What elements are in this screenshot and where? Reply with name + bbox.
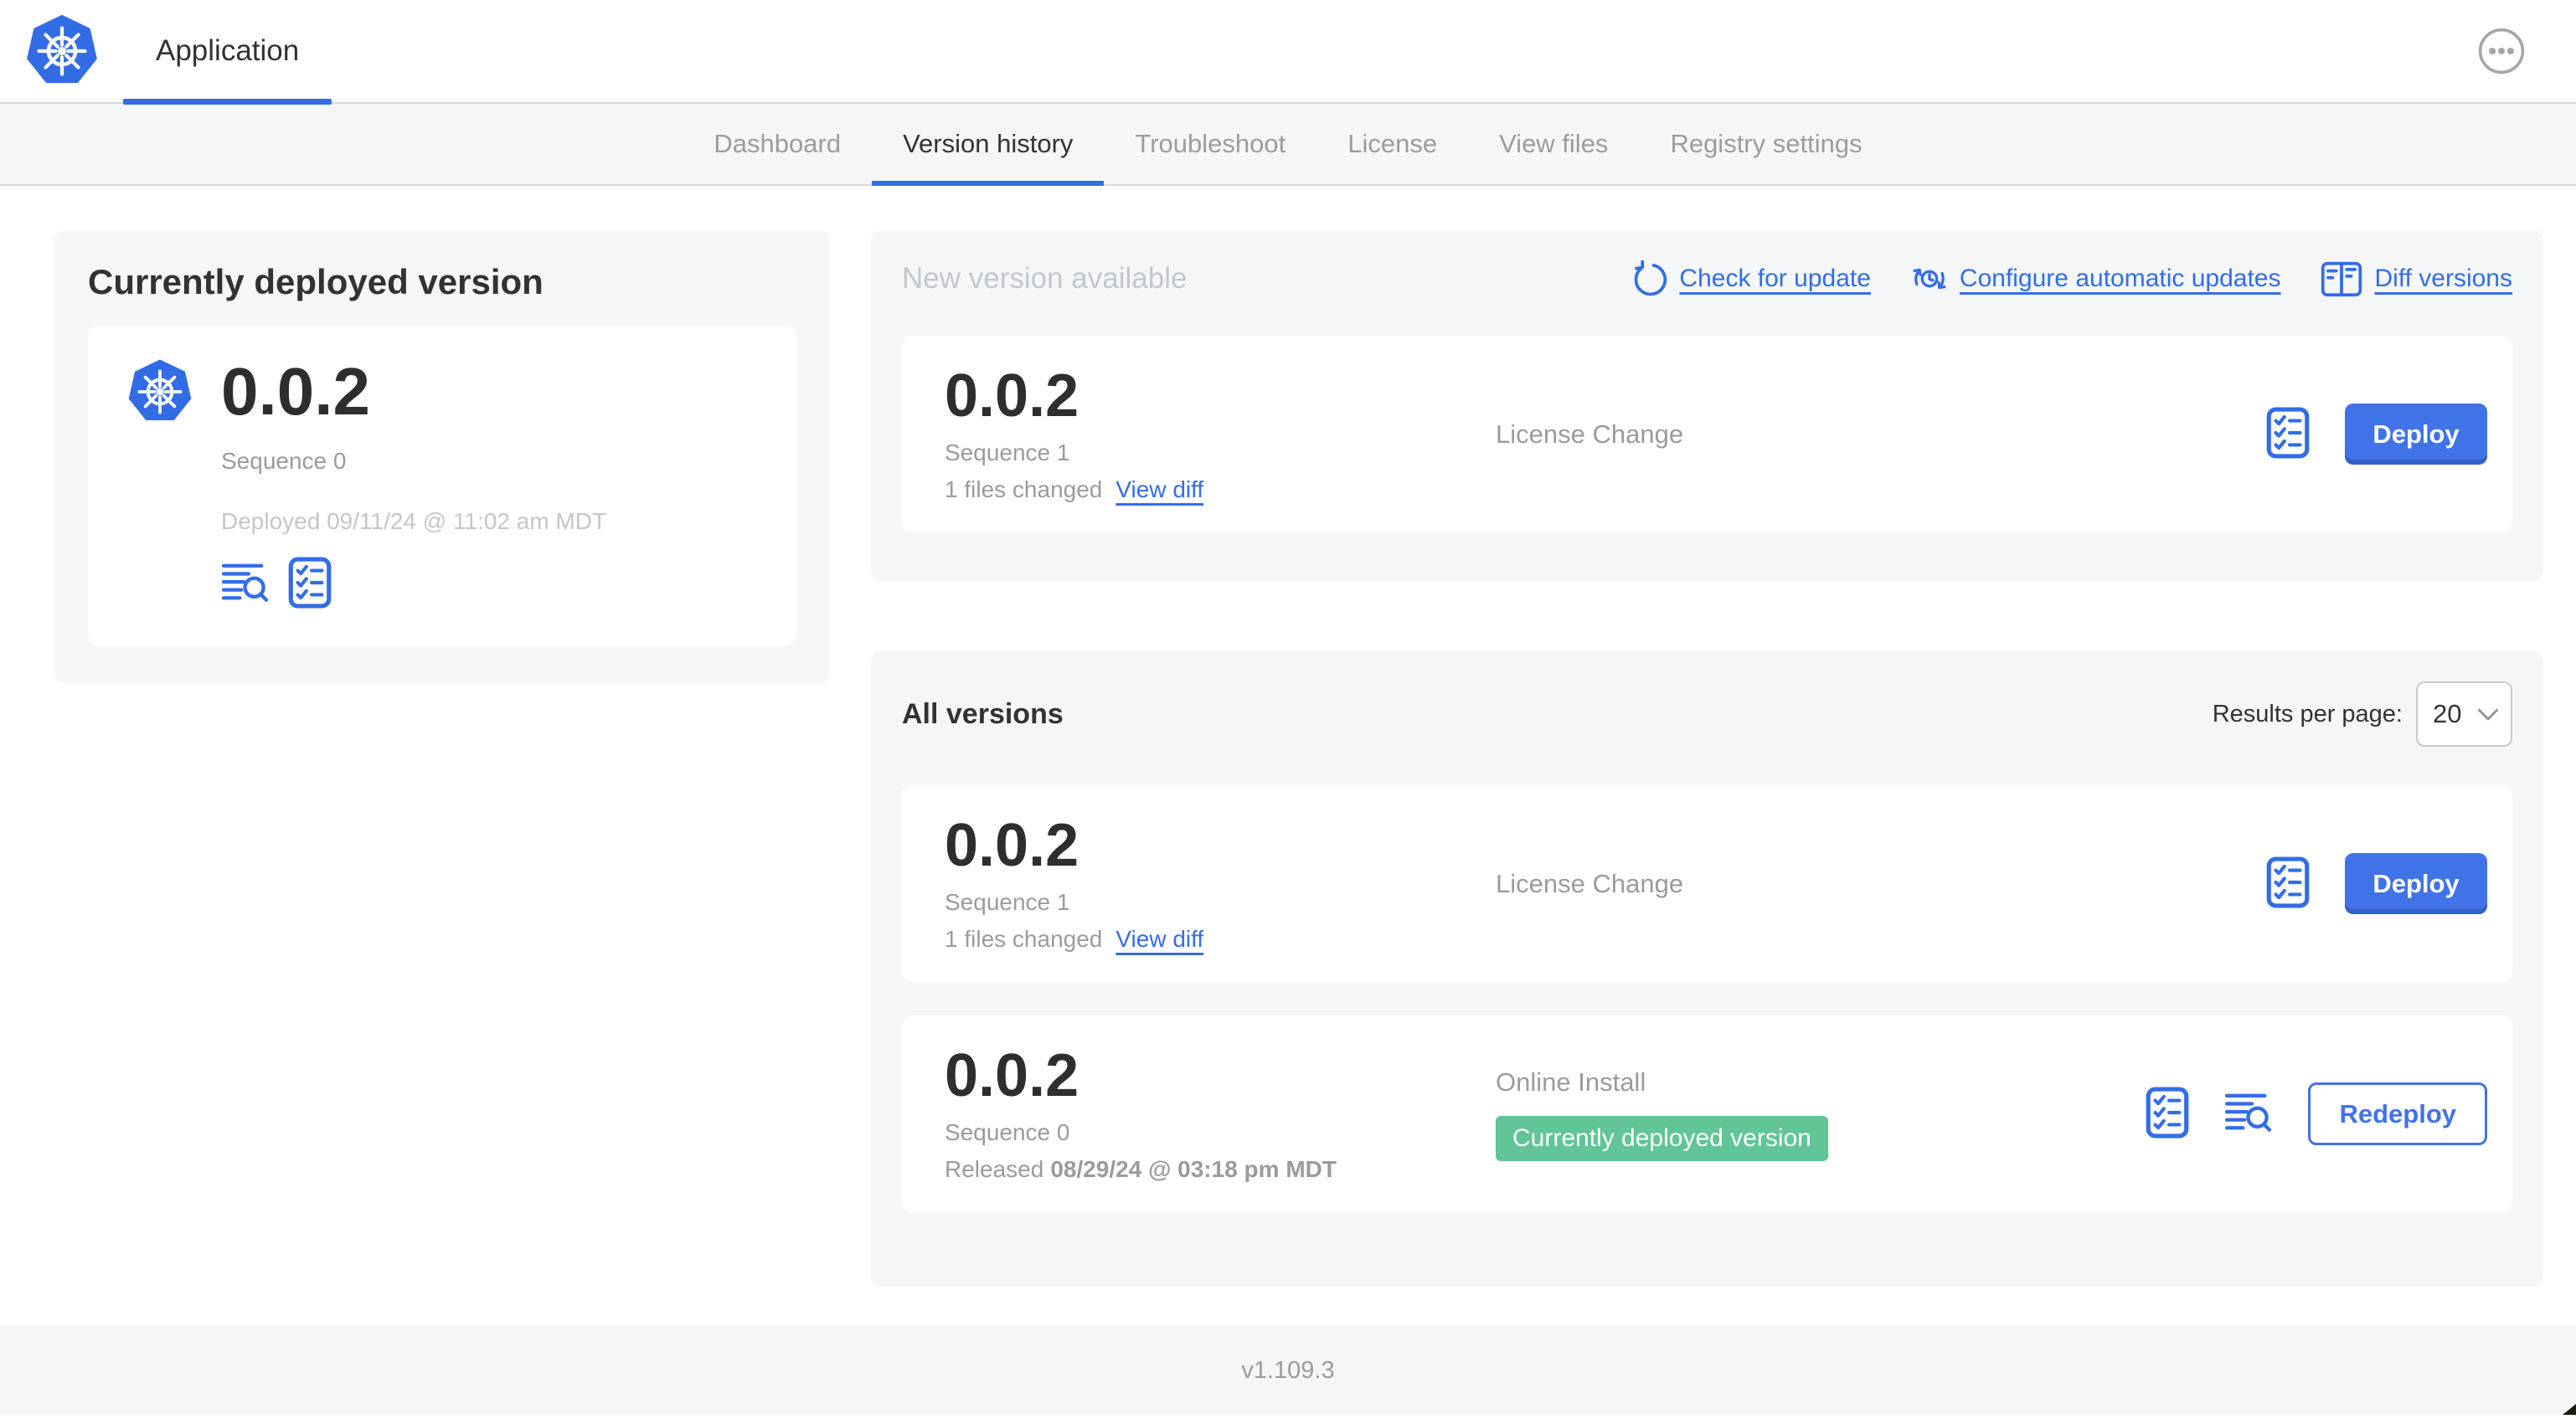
all-versions-title: All versions [902,697,1064,730]
deploy-button[interactable]: Deploy [2345,853,2487,914]
released-label: Released [945,1155,1044,1182]
tab-registry-settings[interactable]: Registry settings [1639,104,1893,184]
deployed-version-label: 0.0.2 [221,354,370,429]
deploy-button[interactable]: Deploy [2345,404,2487,465]
version-row: 0.0.2 Sequence 1 1 files changed View di… [902,785,2512,982]
results-per-page-label: Results per page: [2212,700,2403,727]
currently-deployed-card: 0.0.2 Sequence 0 Deployed 09/11/24 @ 11:… [88,326,796,646]
version-source-label: Online Install [1496,1067,1646,1097]
files-changed-label: 1 files changed [945,925,1103,952]
ellipsis-circle-icon [2477,27,2526,75]
version-label: 0.0.2 [945,362,1079,429]
active-tab-underline [123,99,332,105]
version-label: 0.0.2 [945,1041,1079,1109]
sequence-label: Sequence 0 [945,1118,1070,1145]
view-diff-link[interactable]: View diff [1115,926,1203,953]
refresh-icon [1631,260,1667,297]
deployed-timestamp: Deployed 09/11/24 @ 11:02 am MDT [221,508,607,534]
diff-icon [2321,261,2362,297]
currently-deployed-title: Currently deployed version [88,262,544,301]
check-for-update-link[interactable]: Check for update [1631,260,1871,297]
tab-license[interactable]: License [1316,104,1468,184]
diff-versions-link[interactable]: Diff versions [2321,261,2512,297]
new-version-row: 0.0.2 Sequence 1 1 files changed View di… [902,336,2512,532]
all-versions-panel: All versions Results per page: 20 0.0.2 … [871,651,2543,1288]
auto-update-schedule-icon [1911,260,1948,297]
results-per-page-select[interactable]: 20 [2416,681,2512,747]
deploy-logs-icon[interactable] [221,563,270,605]
results-per-page-value: 20 [2433,699,2462,728]
view-diff-link[interactable]: View diff [1115,476,1203,503]
console-version-label: v1.109.3 [1241,1357,1335,1384]
tab-troubleshoot[interactable]: Troubleshoot [1104,104,1316,184]
version-source-label: License Change [1496,868,1684,898]
preflight-checks-icon[interactable] [2266,856,2310,911]
deployed-sequence-label: Sequence 0 [221,448,347,474]
redeploy-button[interactable]: Redeploy [2308,1082,2487,1145]
version-row: 0.0.2 Sequence 0 Released 08/29/24 @ 03:1… [902,1015,2512,1212]
overflow-menu-button[interactable] [2477,27,2526,75]
tab-version-history[interactable]: Version history [872,104,1105,186]
tab-view-files[interactable]: View files [1468,104,1639,184]
released-timestamp: 08/29/24 @ 03:18 pm MDT [1050,1155,1337,1182]
new-version-title: New version available [902,262,1188,295]
chevron-down-icon [2477,708,2499,721]
sequence-label: Sequence 1 [945,439,1070,465]
configure-automatic-updates-link[interactable]: Configure automatic updates [1911,260,2280,297]
app-sub-nav: Dashboard Version history Troubleshoot L… [0,104,2576,186]
preflight-checks-icon[interactable] [2146,1087,2189,1141]
cursor-artifact [2563,1404,2576,1415]
deploy-logs-icon[interactable] [2224,1093,2273,1135]
version-label: 0.0.2 [945,811,1079,879]
app-tab-application[interactable]: Application [123,0,332,105]
new-version-panel: New version available Check for update C… [871,230,2543,581]
preflight-checks-icon[interactable] [288,557,332,611]
kubernetes-logo [23,13,100,90]
files-changed-label: 1 files changed [945,476,1103,502]
page: Application Dashboard Version history Tr… [0,0,2576,1415]
app-footer: v1.109.3 [0,1325,2576,1415]
currently-deployed-badge: Currently deployed version [1496,1115,1828,1161]
app-icon [126,357,194,426]
main-content: Currently deployed version 0.0.2 Sequenc… [0,186,2576,1325]
tab-dashboard[interactable]: Dashboard [683,104,872,184]
app-header: Application [0,0,2576,105]
version-source-label: License Change [1496,419,1684,449]
currently-deployed-panel: Currently deployed version 0.0.2 Sequenc… [54,230,830,683]
right-column: New version available Check for update C… [871,230,2543,1288]
app-title: Application [156,34,300,67]
preflight-checks-icon[interactable] [2266,407,2310,461]
sequence-label: Sequence 1 [945,888,1070,915]
